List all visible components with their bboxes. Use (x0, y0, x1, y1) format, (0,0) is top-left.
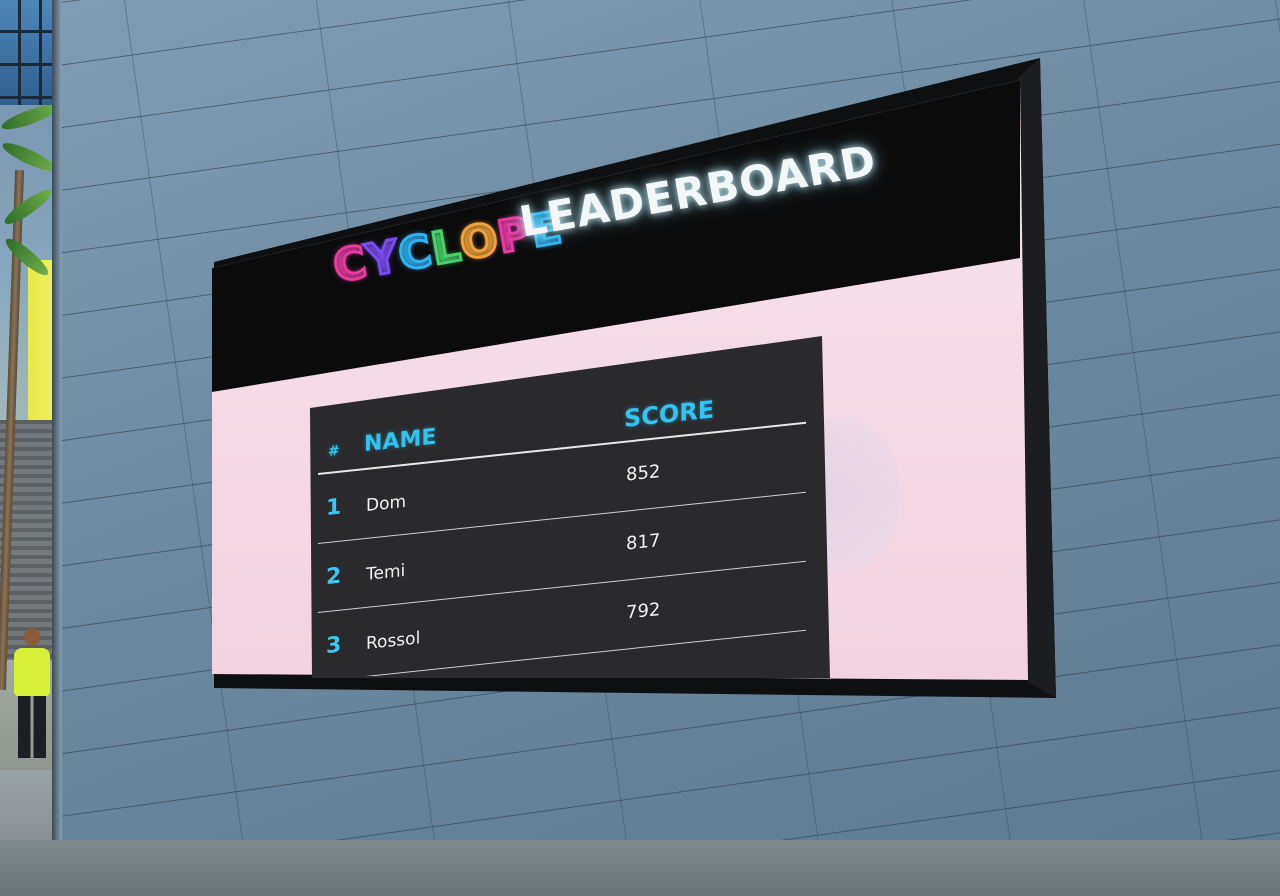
name-header: NAME (364, 424, 437, 458)
rank-cell: 1 (326, 494, 342, 522)
name-cell: Temi (366, 560, 406, 585)
rank-cell: 3 (326, 632, 342, 660)
rank-cell: 2 (326, 563, 342, 591)
score-header: SCORE (624, 395, 715, 433)
billboard: CYCLOPE LEADERBOARD # NAME SCORE 1 Dom 8… (0, 0, 1280, 896)
name-cell: Rossol (366, 628, 421, 654)
score-cell: 852 (626, 461, 661, 486)
score-cell: 817 (626, 530, 661, 555)
score-cell: 792 (626, 599, 661, 624)
name-cell: Dom (366, 491, 407, 516)
rank-header: # (328, 442, 340, 460)
